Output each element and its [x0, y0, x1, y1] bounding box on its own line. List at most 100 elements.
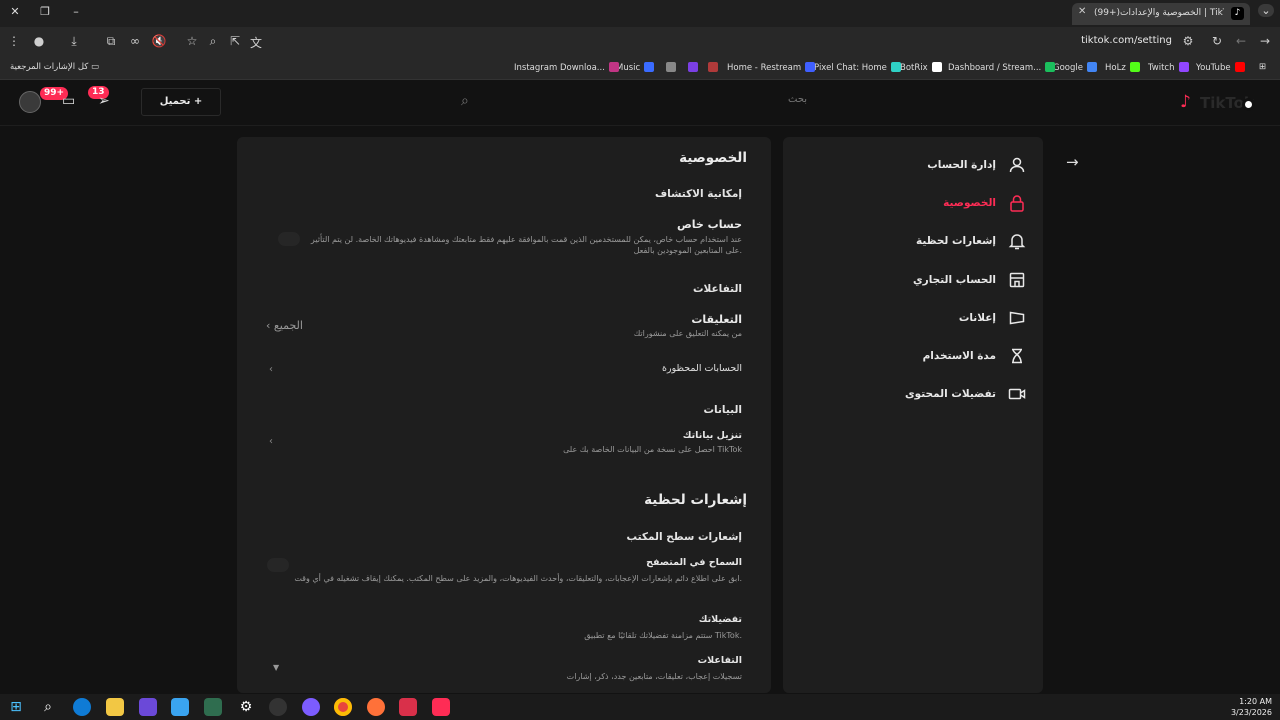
profile-avatar-icon[interactable]: ●: [31, 34, 47, 48]
menu-dots-icon[interactable]: ⋮: [6, 34, 22, 48]
windows-start-icon[interactable]: ⊞: [7, 698, 25, 716]
zoom-icon[interactable]: ⌕: [205, 34, 221, 49]
tiktok-app-icon[interactable]: [432, 698, 450, 716]
site-settings-icon[interactable]: ⚙: [1180, 34, 1196, 48]
copilot-icon[interactable]: [171, 698, 189, 716]
app-icon[interactable]: [399, 698, 417, 716]
private-account-desc: عند استخدام حساب خاص، يمكن للمستخدمين ال…: [310, 235, 742, 255]
tiktok-logo[interactable]: ♪ TikTok: [1180, 92, 1270, 114]
bookmark-favicon-icon: [708, 62, 718, 72]
bookmark-botrix[interactable]: BotRix: [900, 62, 942, 73]
bookmark-google[interactable]: Google: [1053, 62, 1097, 73]
mute-icon[interactable]: 🔇: [151, 34, 167, 48]
tiktok-icon: ♪: [1231, 7, 1244, 20]
download-data-title[interactable]: تنزيل بياناتك: [683, 430, 742, 441]
folder-icon: ▭: [91, 62, 100, 72]
nav-item-content-preferences[interactable]: تفضيلات المحتوى: [786, 384, 1026, 406]
arrow-right-icon[interactable]: →: [1066, 153, 1079, 171]
window-restore-icon[interactable]: ❐: [37, 5, 53, 18]
video-icon: [1008, 388, 1026, 400]
upload-label: تحميل: [159, 96, 191, 107]
all-bookmarks-label: كل الإشارات المرجعية: [10, 62, 89, 72]
search-input[interactable]: بحث: [788, 94, 807, 105]
app-icon[interactable]: [139, 698, 157, 716]
botrix-icon: [931, 62, 942, 72]
bookmark-extra-3[interactable]: [704, 62, 718, 73]
download-data-desc: احصل على نسخة من البيانات الخاصة بك على …: [563, 445, 742, 454]
comments-value: الجميع: [273, 319, 303, 332]
comments-dropdown[interactable]: ‹ الجميع: [266, 319, 303, 332]
nav-item-screen-time[interactable]: مدة الاستخدام: [786, 346, 1026, 368]
chevron-down-icon[interactable]: ▼: [273, 663, 279, 672]
bookmark-music[interactable]: Music: [616, 62, 655, 73]
download-icon[interactable]: ⤓: [66, 34, 82, 49]
bookmark-dashboard[interactable]: Dashboard / Stream...: [948, 62, 1056, 73]
bookmark-pixel-chat[interactable]: Pixel Chat: Home: [814, 62, 901, 73]
restream-icon: [805, 62, 816, 72]
bookmark-instagram[interactable]: Instagram Downloa...: [514, 62, 619, 73]
allow-browser-toggle[interactable]: [267, 558, 289, 572]
data-heading: البيانات: [703, 404, 743, 416]
nav-label: إعلانات: [958, 312, 996, 324]
comments-title: التعليقات: [691, 313, 742, 326]
nav-item-push-notifications[interactable]: إشعارات لحظية: [786, 231, 1026, 253]
share-icon[interactable]: ⇱: [227, 34, 243, 48]
forward-icon[interactable]: ←: [1233, 34, 1249, 48]
apps-grid-icon[interactable]: ⊞: [1259, 62, 1266, 72]
tab-title: (99+)الخصوصية والإعدادات | TikTok: [1094, 8, 1224, 18]
browser-tab-active[interactable]: ✕ (99+)الخصوصية والإعدادات | TikTok ♪: [1072, 3, 1250, 25]
nav-item-privacy[interactable]: الخصوصية: [786, 193, 1026, 215]
extension-glasses-icon[interactable]: ∞: [127, 34, 143, 48]
settings-nav-panel: إدارة الحساب الخصوصية إشعارات لحظية الحس…: [783, 137, 1043, 693]
blocked-accounts-row[interactable]: الحسابات المحظورة: [662, 363, 742, 374]
bookmark-label: BotRix: [900, 63, 928, 73]
window-minimize-icon[interactable]: –: [68, 5, 84, 18]
private-account-toggle[interactable]: [278, 232, 300, 246]
bookmark-youtube[interactable]: YouTube: [1196, 62, 1245, 73]
reload-icon[interactable]: ↻: [1209, 34, 1225, 48]
nav-item-account[interactable]: إدارة الحساب: [786, 155, 1026, 177]
nav-label: إدارة الحساب: [927, 159, 996, 171]
firefox-icon[interactable]: [367, 698, 385, 716]
nav-item-business-account[interactable]: الحساب التجاري: [786, 270, 1026, 292]
edge-icon[interactable]: [73, 698, 91, 716]
window-close-icon[interactable]: ✕: [7, 5, 23, 18]
inbox-icon[interactable]: ▭: [62, 93, 75, 109]
bookmark-star-icon[interactable]: ☆: [184, 34, 200, 48]
upload-button[interactable]: تحميل +: [141, 88, 221, 116]
avatar[interactable]: [19, 91, 41, 113]
privacy-title: الخصوصية: [679, 150, 747, 166]
send-icon[interactable]: ➢: [98, 93, 110, 109]
bookmark-extra-2[interactable]: [684, 62, 698, 73]
back-icon[interactable]: →: [1257, 34, 1273, 48]
bookmark-holz[interactable]: HoLz: [1105, 62, 1140, 73]
settings-gear-icon[interactable]: ⚙: [237, 698, 255, 716]
search-icon[interactable]: ⌕: [461, 93, 469, 109]
all-bookmarks[interactable]: كل الإشارات المرجعية ▭: [10, 62, 99, 72]
bookmark-restream[interactable]: Home - Restream: [727, 62, 816, 73]
url-text[interactable]: tiktok.com/setting: [1081, 35, 1172, 46]
terminal-icon[interactable]: [204, 698, 222, 716]
bookmark-label: Pixel Chat: Home: [814, 63, 887, 73]
system-clock[interactable]: 1:20 AM 3/23/2026: [1231, 696, 1272, 718]
bookmark-extra-1[interactable]: [662, 62, 676, 73]
tiktok-header: 99+ ▭ 13 ➢ تحميل + ⌕ بحث ♪ TikTok: [0, 80, 1280, 126]
tab-close-icon[interactable]: ✕: [1078, 6, 1086, 17]
chevron-left-icon[interactable]: ‹: [269, 436, 273, 447]
file-explorer-icon[interactable]: [106, 698, 124, 716]
chrome-icon[interactable]: [334, 698, 352, 716]
tab-search-chevron-icon[interactable]: ⌄: [1258, 4, 1274, 17]
plus-icon: +: [193, 96, 203, 107]
app-icon[interactable]: [302, 698, 320, 716]
search-icon[interactable]: ⌕: [39, 698, 57, 716]
nav-item-ads[interactable]: إعلانات: [786, 308, 1026, 330]
bookmark-twitch[interactable]: Twitch: [1148, 62, 1189, 73]
preferences-desc: ستتم مزامنة تفضيلاتك تلقائيًا مع تطبيق T…: [584, 631, 742, 640]
extensions-icon[interactable]: ⧉: [103, 34, 119, 49]
chevron-left-icon[interactable]: ‹: [269, 364, 273, 375]
translate-icon[interactable]: 文: [248, 34, 264, 51]
interactions-heading: التفاعلات: [692, 283, 742, 295]
comments-desc: من يمكنه التعليق على منشوراتك: [633, 329, 742, 338]
obs-icon[interactable]: [269, 698, 287, 716]
lock-icon: [1010, 195, 1024, 212]
